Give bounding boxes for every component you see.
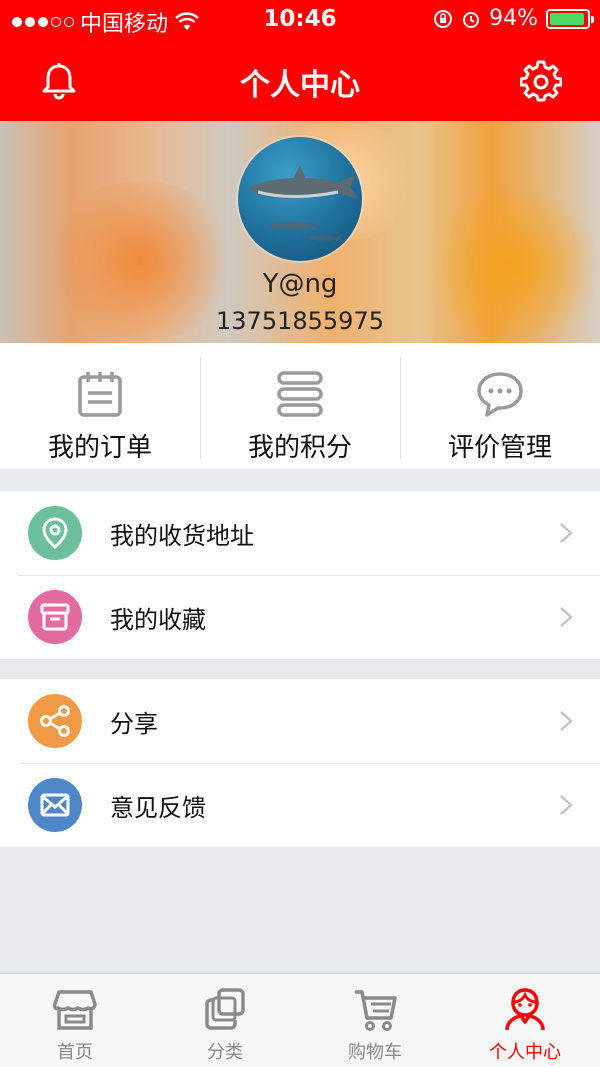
chevron-right-icon — [560, 795, 573, 815]
tab-label: 分类 — [207, 1042, 243, 1063]
battery-icon — [546, 8, 594, 29]
tab-label: 个人中心 — [489, 1042, 561, 1063]
storefront-icon — [52, 990, 97, 1030]
menu-item-favorites[interactable]: 我的收藏 — [0, 575, 600, 659]
chat-bubble-icon — [477, 372, 523, 417]
menu-group-more: 分享 意见反馈 — [0, 679, 600, 847]
tab-label: 首页 — [57, 1042, 93, 1063]
menu-item-address[interactable]: 我的收货地址 — [0, 491, 600, 575]
menu-item-label: 分享 — [110, 709, 158, 738]
page-title: 个人中心 — [240, 68, 360, 103]
quick-action-label: 评价管理 — [447, 433, 552, 463]
stack-icon — [277, 371, 323, 417]
mail-icon — [28, 778, 82, 832]
status-right: 94% — [433, 6, 594, 31]
chevron-right-icon — [560, 711, 573, 731]
battery-fill — [550, 12, 584, 25]
header: 个人中心 — [0, 40, 600, 121]
menu-item-label: 我的收货地址 — [110, 521, 254, 550]
quick-action-reviews[interactable]: 评价管理 — [400, 343, 600, 469]
copy-icon — [205, 988, 245, 1030]
rotation-lock-icon — [434, 9, 453, 28]
profile-banner: Y@ng 13751855975 — [0, 121, 600, 343]
quick-actions: 我的订单 我的积分 评价管理 — [0, 343, 600, 469]
archive-box-icon — [28, 590, 82, 644]
cart-icon — [355, 990, 397, 1031]
location-pin-icon — [28, 506, 82, 560]
quick-action-label: 我的积分 — [247, 433, 352, 463]
menu-item-share[interactable]: 分享 — [0, 679, 600, 763]
tab-category[interactable]: 分类 — [150, 974, 300, 1067]
calendar-icon — [78, 372, 122, 417]
share-icon — [28, 694, 82, 748]
battery-percent: 94% — [489, 6, 538, 31]
menu-item-label: 意见反馈 — [110, 793, 206, 822]
quick-action-orders[interactable]: 我的订单 — [0, 343, 200, 469]
screen: 中国移动 10:46 94% 个人中心 Y@ng 13751855975 我的订… — [0, 0, 600, 1067]
chevron-right-icon — [560, 523, 573, 543]
status-bar: 中国移动 10:46 94% — [0, 0, 600, 40]
tab-cart[interactable]: 购物车 — [300, 974, 450, 1067]
menu-item-feedback[interactable]: 意见反馈 — [0, 763, 600, 847]
quick-action-points[interactable]: 我的积分 — [200, 343, 400, 469]
shark-image — [248, 165, 358, 242]
chevron-right-icon — [560, 607, 573, 627]
menu-item-label: 我的收藏 — [110, 605, 206, 634]
quick-action-label: 我的订单 — [47, 433, 152, 463]
tab-label: 购物车 — [348, 1042, 402, 1063]
avatar[interactable] — [238, 137, 362, 261]
menu-group-account: 我的收货地址 我的收藏 — [0, 491, 600, 659]
person-icon — [505, 988, 545, 1031]
phone-number: 13751855975 — [216, 307, 384, 335]
username: Y@ng — [262, 269, 338, 299]
tab-profile[interactable]: 个人中心 — [450, 974, 600, 1067]
gear-icon[interactable] — [520, 60, 562, 102]
tab-bar: 首页 分类 购物车 个人中心 — [0, 973, 600, 1067]
tab-home[interactable]: 首页 — [0, 974, 150, 1067]
alarm-icon — [463, 11, 480, 28]
